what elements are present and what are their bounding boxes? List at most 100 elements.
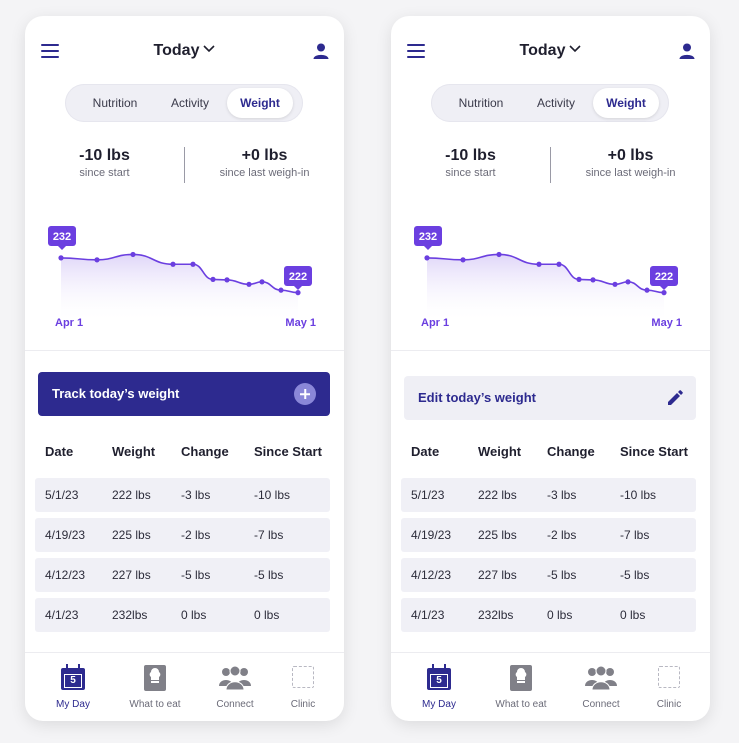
table-row[interactable]: 4/12/23 227 lbs -5 lbs -5 lbs	[35, 558, 330, 592]
section-divider	[25, 350, 344, 351]
cell-change: 0 lbs	[181, 608, 207, 622]
stat-since-last: +0 lbs since last weigh-in	[185, 146, 344, 180]
chart-point	[295, 290, 301, 296]
column-header-weight: Weight	[112, 444, 156, 459]
chart-point	[556, 261, 562, 267]
chart-point	[576, 276, 582, 282]
edit-weight-label: Edit today’s weight	[418, 390, 536, 405]
chart-point	[210, 276, 216, 282]
cell-date: 4/1/23	[45, 608, 79, 622]
chart-point	[424, 255, 430, 261]
weight-stats: -10 lbs since start +0 lbs since last we…	[25, 146, 344, 186]
column-header-change: Change	[181, 444, 229, 459]
cell-change: -2 lbs	[181, 528, 211, 542]
cell-date: 4/19/23	[45, 528, 86, 542]
nav-divider	[25, 652, 344, 653]
profile-icon[interactable]	[312, 42, 330, 60]
cell-weight: 227 lbs	[478, 568, 517, 582]
cell-since-start: -10 lbs	[254, 488, 291, 502]
cell-since-start: 0 lbs	[254, 608, 280, 622]
stat-value: +0 lbs	[607, 147, 654, 164]
table-row[interactable]: 4/12/23 227 lbs -5 lbs -5 lbs	[401, 558, 696, 592]
table-header: Date Weight Change Since Start	[25, 444, 344, 460]
column-header-since-start: Since Start	[620, 444, 688, 459]
column-header-change: Change	[547, 444, 595, 459]
tab-switcher: Nutrition Activity Weight	[65, 84, 303, 122]
stat-since-start: -10 lbs since start	[25, 146, 184, 180]
recipe-book-icon	[144, 665, 166, 691]
chart-point	[190, 261, 196, 267]
tab-weight[interactable]: Weight	[593, 88, 659, 118]
date-selector[interactable]: Today	[391, 38, 710, 64]
tab-nutrition[interactable]: Nutrition	[441, 88, 521, 118]
cell-since-start: -10 lbs	[620, 488, 657, 502]
chart-point	[612, 281, 618, 287]
table-row[interactable]: 5/1/23 222 lbs -3 lbs -10 lbs	[35, 478, 330, 512]
phone-screen-edit: Today Nutrition Activity Weight -10 lbs …	[391, 16, 710, 721]
chart-point	[130, 251, 136, 258]
cell-date: 4/12/23	[45, 568, 86, 582]
cell-weight: 232lbs	[478, 608, 514, 622]
tab-activity[interactable]: Activity	[155, 88, 225, 118]
track-weight-button[interactable]: Track today’s weight	[38, 372, 330, 416]
people-icon	[585, 665, 617, 690]
nav-label: Clinic	[290, 699, 316, 710]
app-header: Today	[25, 38, 344, 64]
clinic-icon	[292, 666, 314, 688]
date-selector[interactable]: Today	[25, 38, 344, 64]
stat-value: +0 lbs	[241, 147, 288, 164]
edit-weight-button[interactable]: Edit today’s weight	[404, 376, 696, 420]
chart-point	[224, 277, 230, 283]
column-header-date: Date	[411, 444, 440, 459]
stat-label: since start	[79, 167, 130, 179]
table-header: Date Weight Change Since Start	[391, 444, 710, 460]
chart-end-value-badge: 222	[650, 266, 678, 290]
page-title: Today	[519, 42, 566, 59]
badge-value: 232	[419, 231, 437, 243]
cell-change: -5 lbs	[547, 568, 577, 582]
chart-point	[496, 251, 502, 258]
chart-point	[259, 279, 265, 285]
tab-activity[interactable]: Activity	[521, 88, 591, 118]
chart-start-value-badge: 232	[414, 226, 442, 250]
badge-value: 222	[655, 271, 673, 283]
recipe-book-icon	[510, 665, 532, 691]
x-axis-start-label: Apr 1	[55, 317, 84, 329]
tab-weight[interactable]: Weight	[227, 88, 293, 118]
section-divider	[391, 350, 710, 351]
table-row[interactable]: 4/19/23 225 lbs -2 lbs -7 lbs	[35, 518, 330, 552]
chevron-down-icon	[203, 45, 216, 53]
calendar-icon: 5	[61, 664, 85, 690]
stat-since-last: +0 lbs since last weigh-in	[551, 146, 710, 180]
cell-since-start: -5 lbs	[620, 568, 650, 582]
chevron-down-icon	[569, 45, 582, 53]
cell-weight: 225 lbs	[478, 528, 517, 542]
tab-nutrition[interactable]: Nutrition	[75, 88, 155, 118]
table-row[interactable]: 5/1/23 222 lbs -3 lbs -10 lbs	[401, 478, 696, 512]
chart-point	[644, 287, 650, 293]
nav-divider	[391, 652, 710, 653]
badge-value: 222	[289, 271, 307, 283]
table-row[interactable]: 4/1/23 232lbs 0 lbs 0 lbs	[35, 598, 330, 632]
table-row[interactable]: 4/1/23 232lbs 0 lbs 0 lbs	[401, 598, 696, 632]
weight-chart: 232 222 Apr 1 May 1	[391, 201, 710, 341]
cell-weight: 227 lbs	[112, 568, 151, 582]
cell-since-start: -7 lbs	[254, 528, 284, 542]
cell-date: 4/19/23	[411, 528, 452, 542]
cell-weight: 222 lbs	[112, 488, 151, 502]
cell-change: -5 lbs	[181, 568, 211, 582]
profile-icon[interactable]	[678, 42, 696, 60]
chart-point	[661, 290, 667, 296]
cell-change: -2 lbs	[547, 528, 577, 542]
table-row[interactable]: 4/19/23 225 lbs -2 lbs -7 lbs	[401, 518, 696, 552]
chart-point	[170, 261, 176, 267]
phone-screen-track: Today Nutrition Activity Weight -10 lbs …	[25, 16, 344, 721]
stat-label: since last weigh-in	[219, 167, 310, 179]
weight-stats: -10 lbs since start +0 lbs since last we…	[391, 146, 710, 186]
chart-point	[536, 261, 542, 267]
stat-label: since last weigh-in	[585, 167, 676, 179]
nav-label: What to eat	[129, 699, 181, 710]
cell-since-start: -5 lbs	[254, 568, 284, 582]
nav-label: My Day	[422, 699, 456, 710]
pencil-icon	[668, 390, 683, 405]
